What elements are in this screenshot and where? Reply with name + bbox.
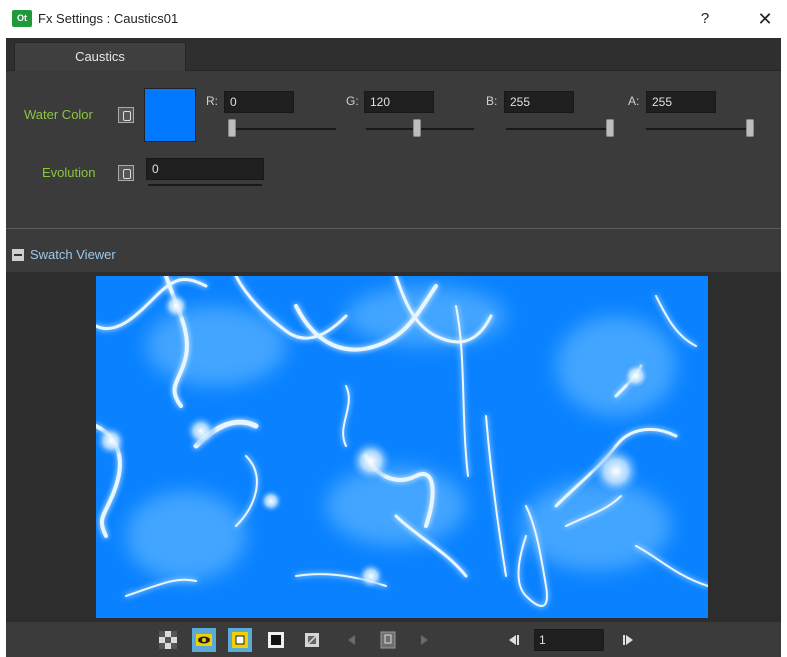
green-channel-field[interactable]: 120 xyxy=(364,91,434,113)
swatch-viewer-title: Swatch Viewer xyxy=(30,247,116,262)
swatch-viewer-collapse-button[interactable] xyxy=(12,249,24,261)
red-channel-field[interactable]: 0 xyxy=(224,91,294,113)
step-back-icon xyxy=(509,635,519,645)
evolution-field[interactable]: 0 xyxy=(146,158,264,180)
caustics-preview-graphic xyxy=(96,276,708,618)
evolution-slider-track[interactable] xyxy=(148,184,262,186)
blue-channel-slider-track[interactable] xyxy=(506,128,614,130)
blue-channel-field[interactable]: 255 xyxy=(504,91,574,113)
blue-channel-slider-knob[interactable] xyxy=(606,119,614,137)
close-button[interactable]: ✕ xyxy=(752,6,778,32)
swatch-viewer-header: Swatch Viewer xyxy=(6,243,781,267)
red-channel-slider-track[interactable] xyxy=(228,128,336,130)
black-square-icon xyxy=(268,632,284,648)
checkerboard-icon xyxy=(159,631,177,649)
tab-caustics[interactable]: Caustics xyxy=(14,42,186,71)
step-forward-icon xyxy=(623,635,633,645)
section-divider xyxy=(6,228,781,229)
tab-bar: Caustics xyxy=(6,38,781,71)
green-channel-slider-knob[interactable] xyxy=(413,119,421,137)
swatch-viewer-area xyxy=(6,272,781,622)
window-title: Fx Settings : Caustics01 xyxy=(38,11,179,26)
green-channel-label: G: xyxy=(346,94,359,108)
white-bg-button[interactable] xyxy=(228,628,252,652)
alpha-channel-slider-track[interactable] xyxy=(646,128,754,130)
app-icon: Ot xyxy=(12,10,32,27)
checkerboard-bg-button[interactable] xyxy=(156,628,180,652)
next-key-button[interactable] xyxy=(412,628,436,652)
evolution-label: Evolution xyxy=(42,165,96,180)
triangle-right-icon xyxy=(421,635,428,645)
alpha-channel-slider-knob[interactable] xyxy=(746,119,754,137)
window-titlebar: Ot Fx Settings : Caustics01 ? ✕ xyxy=(0,0,787,38)
water-color-swatch[interactable] xyxy=(144,88,196,142)
frame-number-field[interactable]: 1 xyxy=(534,629,604,651)
blue-channel-label: B: xyxy=(486,94,498,108)
prev-key-button[interactable] xyxy=(340,628,364,652)
red-channel-label: R: xyxy=(206,94,218,108)
yellow-square-icon xyxy=(232,632,248,648)
key-icon xyxy=(380,631,396,649)
red-channel-slider-knob[interactable] xyxy=(228,119,236,137)
preview-eye-button[interactable] xyxy=(192,628,216,652)
water-color-label: Water Color xyxy=(24,107,93,122)
water-color-key-icon[interactable] xyxy=(118,107,134,123)
eye-icon xyxy=(196,634,212,646)
help-button[interactable]: ? xyxy=(692,6,718,32)
camera-view-icon xyxy=(305,633,319,647)
evolution-key-icon[interactable] xyxy=(118,165,134,181)
alpha-channel-field[interactable]: 255 xyxy=(646,91,716,113)
viewer-toolbar: 1 xyxy=(6,622,781,657)
alpha-channel-label: A: xyxy=(628,94,640,108)
caustics-preview-image xyxy=(96,276,708,618)
camera-view-button[interactable] xyxy=(300,628,324,652)
set-key-button[interactable] xyxy=(376,628,400,652)
black-bg-button[interactable] xyxy=(264,628,288,652)
prev-frame-button[interactable] xyxy=(502,628,526,652)
next-frame-button[interactable] xyxy=(616,628,640,652)
fx-settings-panel: Caustics Water Color R: 0 G: 120 B: 255 … xyxy=(6,38,781,657)
triangle-left-icon xyxy=(348,635,355,645)
